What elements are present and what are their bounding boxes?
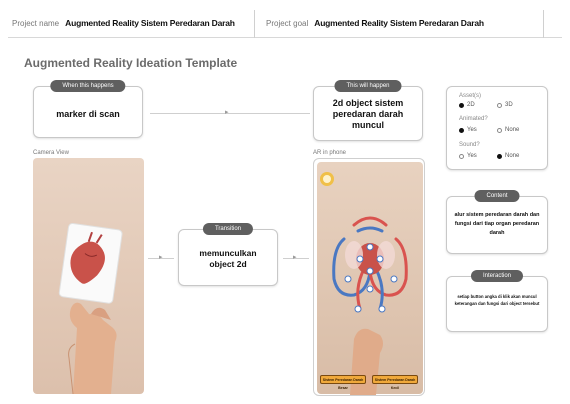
project-name-label: Project name	[12, 18, 60, 28]
content-card[interactable]: Content alur sistem peredaran darah dan …	[446, 190, 548, 254]
transition-text: memunculkan object 2d	[199, 248, 257, 269]
animated-option-yes[interactable]: Yes	[459, 127, 477, 133]
radio-icon	[497, 153, 502, 159]
asset-option-3d[interactable]: 3D	[497, 102, 513, 108]
asset-option-label: 2D	[467, 102, 475, 108]
ar-button-small-circulation[interactable]: Sistem Peredaran Darah Kecil	[372, 375, 418, 390]
project-goal-field[interactable]: Project goal Augmented Reality Sistem Pe…	[266, 8, 484, 38]
interaction-pill: Interaction	[470, 270, 524, 282]
arrow-line-top	[150, 113, 310, 114]
asset-option-label: 3D	[505, 102, 513, 108]
project-goal-label: Project goal	[266, 18, 309, 28]
radio-icon	[459, 127, 464, 133]
radio-icon	[497, 102, 502, 108]
radio-icon	[497, 127, 502, 133]
transition-pill: Transition	[202, 223, 254, 235]
project-name-field[interactable]: Project name Augmented Reality Sistem Pe…	[12, 8, 235, 38]
ar-button-big-circulation[interactable]: Sistem Peredaran Darah Besar	[320, 375, 366, 390]
options-card: Asset(s) 2D 3D Animated? Yes None Sound?…	[446, 86, 548, 170]
interaction-card[interactable]: Interaction setiap button angka di klik …	[446, 270, 548, 332]
interaction-text: setiap button angka di klik akan muncul …	[454, 294, 540, 306]
animated-label: Animated?	[459, 116, 488, 122]
hand-holding-card-illustration	[33, 158, 144, 394]
asset-option-2d[interactable]: 2D	[459, 102, 475, 108]
transition-card[interactable]: Transition memunculkan object 2d	[178, 223, 278, 286]
project-name-value: Augmented Reality Sistem Peredaran Darah	[65, 18, 235, 28]
ar-phone-frame: Sistem Peredaran Darah Besar Sistem Pere…	[313, 158, 425, 396]
this-will-happen-card[interactable]: This will happen 2d object sistem pereda…	[313, 80, 423, 141]
project-goal-value: Augmented Reality Sistem Peredaran Darah	[314, 18, 484, 28]
sound-option-yes[interactable]: Yes	[459, 153, 477, 159]
header-divider-right	[543, 10, 544, 38]
radio-icon	[459, 153, 464, 159]
animated-option-none[interactable]: None	[497, 127, 519, 133]
project-header: Project name Augmented Reality Sistem Pe…	[8, 8, 562, 38]
assets-label: Asset(s)	[459, 93, 482, 99]
will-pill: This will happen	[334, 80, 402, 92]
when-pill: When this happens	[50, 80, 126, 92]
when-this-happens-card[interactable]: When this happens marker di scan	[33, 80, 143, 138]
content-pill: Content	[474, 190, 520, 202]
will-text: 2d object sistem peredaran darah muncul	[332, 98, 404, 130]
ar-phone-caption: AR in phone	[313, 150, 347, 156]
arrow-head-right: ▸	[293, 254, 297, 261]
arrow-head-left: ▸	[159, 254, 163, 261]
sound-option-label: Yes	[467, 153, 477, 159]
ar-phone-screen	[317, 162, 423, 395]
camera-view-photo	[33, 158, 144, 394]
template-title: Augmented Reality Ideation Template	[24, 56, 238, 70]
when-text: marker di scan	[56, 109, 120, 119]
header-divider	[254, 10, 255, 38]
animated-option-label: Yes	[467, 127, 477, 133]
sound-option-none[interactable]: None	[497, 153, 519, 159]
radio-icon	[459, 102, 464, 108]
animated-option-label: None	[505, 127, 520, 133]
sound-option-label: None	[505, 153, 520, 159]
sound-label: Sound?	[459, 142, 480, 148]
camera-view-caption: Camera View	[33, 150, 69, 156]
content-text: alur sistem peredaran darah dan fungsi d…	[454, 212, 540, 236]
arrow-head-top: ▸	[225, 109, 229, 116]
